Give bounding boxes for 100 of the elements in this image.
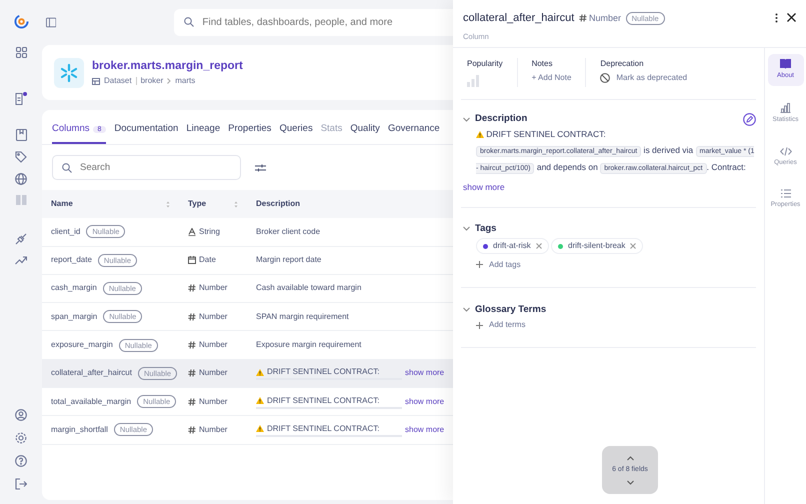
show-more-link[interactable]: show more	[405, 396, 444, 408]
description-text: Broker client code	[256, 226, 320, 238]
column-name: margin_shortfall	[51, 424, 108, 436]
description-text: DRIFT SENTINEL CONTRACT:	[267, 366, 380, 378]
type-label: Number	[199, 339, 228, 352]
popularity-bars-icon	[467, 74, 479, 87]
column-header[interactable]: Name	[51, 198, 73, 210]
show-more-link[interactable]: show more	[405, 367, 444, 380]
description-text: Exposure margin requirement	[256, 339, 362, 352]
more-options-icon[interactable]	[775, 13, 778, 23]
section-title[interactable]: Glossary Terms	[475, 302, 546, 317]
tab[interactable]: Lineage	[186, 122, 220, 144]
type-label: Number	[589, 12, 622, 24]
description-text: DRIFT SENTINEL CONTRACT:	[267, 394, 380, 407]
popularity-label: Popularity	[467, 58, 503, 70]
tag[interactable]: drift-at-risk	[476, 238, 549, 254]
column-title: collateral_after_haircut	[463, 11, 574, 26]
tab[interactable]: Quality	[350, 122, 380, 144]
description-text: SPAN margin requirement	[256, 310, 349, 323]
trend-icon[interactable]	[15, 255, 27, 265]
book-icon[interactable]	[16, 129, 26, 141]
plug-icon[interactable]	[15, 233, 27, 245]
column-search-field[interactable]: Search	[78, 160, 240, 176]
show-more-link[interactable]: show more	[405, 424, 444, 436]
type-label: Number	[199, 424, 228, 436]
chevron-down-icon[interactable]	[463, 307, 470, 312]
global-search-box[interactable]: Find tables, dashboards, people, and more	[174, 8, 453, 36]
filter-icon[interactable]	[255, 162, 266, 173]
column-name: cash_margin	[51, 282, 97, 294]
section-title[interactable]: Description	[475, 112, 528, 126]
column-name: exposure_margin	[51, 339, 113, 352]
dataset-type-label: Dataset	[104, 75, 132, 88]
apps-grid-icon[interactable]	[16, 47, 26, 58]
tab[interactable]: Governance	[388, 122, 440, 144]
add-tags-button[interactable]: Add tags	[476, 258, 521, 271]
column-header[interactable]: Description	[256, 198, 300, 210]
globe-icon[interactable]	[15, 173, 27, 185]
mark-deprecated-button[interactable]: Mark as deprecated	[600, 72, 688, 84]
dataset-icon	[92, 78, 100, 85]
edit-icon[interactable]	[743, 112, 756, 126]
logout-icon[interactable]	[15, 478, 27, 490]
snowflake-icon	[54, 58, 84, 88]
tag-label: drift-silent-break	[568, 240, 626, 252]
add-terms-button[interactable]: Add terms	[476, 319, 526, 332]
global-search-field[interactable]: Find tables, dashboards, people, and more	[200, 14, 453, 30]
dataset-title[interactable]: broker.marts.margin_report	[92, 58, 243, 76]
sidebar-toggle-icon[interactable]	[46, 16, 56, 28]
letter-a-icon	[188, 228, 196, 236]
breadcrumb-link[interactable]: broker	[140, 75, 164, 88]
chevron-down-icon[interactable]	[626, 480, 634, 484]
type-label: Number	[199, 310, 228, 323]
chevron-up-icon[interactable]	[626, 456, 634, 460]
deprecation-label: Deprecation	[600, 58, 645, 70]
type-label: Number	[199, 282, 228, 294]
column-name: span_margin	[51, 310, 98, 323]
column-search-box[interactable]: Search	[52, 155, 241, 180]
calendar-icon	[188, 256, 196, 264]
add-note-button[interactable]: + Add Note	[532, 72, 572, 84]
hash-icon	[578, 14, 587, 22]
notes-label: Notes	[532, 58, 554, 70]
bar-chart-icon	[780, 102, 791, 113]
contract-heading: DRIFT SENTINEL CONTRACT:	[486, 128, 606, 141]
tab[interactable]: Documentation	[114, 122, 178, 144]
hash-icon	[188, 284, 196, 292]
plus-icon	[476, 261, 483, 268]
description-text: DRIFT SENTINEL CONTRACT:	[267, 422, 380, 435]
column-name: collateral_after_haircut	[51, 367, 132, 380]
breadcrumb-link[interactable]: marts	[175, 75, 196, 88]
chevron-right-icon	[167, 78, 172, 84]
show-more-link[interactable]: show more	[463, 181, 505, 194]
search-icon	[62, 162, 72, 173]
column-name: client_id	[51, 226, 80, 238]
type-label: String	[199, 226, 220, 238]
tag-label: drift-at-risk	[493, 240, 531, 252]
chevron-down-icon[interactable]	[463, 226, 470, 232]
remove-icon[interactable]	[536, 243, 542, 250]
description-text: Cash available toward margin	[256, 282, 362, 294]
tab[interactable]: Properties	[228, 122, 272, 144]
list-icon	[780, 189, 790, 198]
chevron-down-icon[interactable]	[463, 116, 470, 122]
help-icon[interactable]	[15, 455, 27, 467]
settings-icon[interactable]	[15, 432, 27, 444]
tab[interactable]: Queries	[279, 122, 313, 144]
remove-icon[interactable]	[630, 243, 636, 250]
prohibited-icon	[600, 73, 610, 84]
hash-icon	[188, 312, 196, 321]
column-name: total_available_margin	[51, 396, 132, 408]
logo-icon[interactable]	[14, 14, 28, 29]
document-icon[interactable]	[15, 92, 27, 105]
section-title[interactable]: Tags	[475, 222, 496, 236]
book-icon	[780, 59, 791, 69]
column-name: report_date	[51, 254, 92, 266]
close-icon[interactable]	[787, 13, 796, 22]
tag-icon[interactable]	[15, 151, 27, 163]
tag[interactable]: drift-silent-break	[551, 238, 644, 254]
hash-icon	[188, 341, 196, 350]
column-header[interactable]: Type	[188, 198, 206, 210]
type-label: Date	[199, 254, 216, 266]
hash-icon	[188, 369, 196, 378]
profile-icon[interactable]	[15, 409, 27, 421]
